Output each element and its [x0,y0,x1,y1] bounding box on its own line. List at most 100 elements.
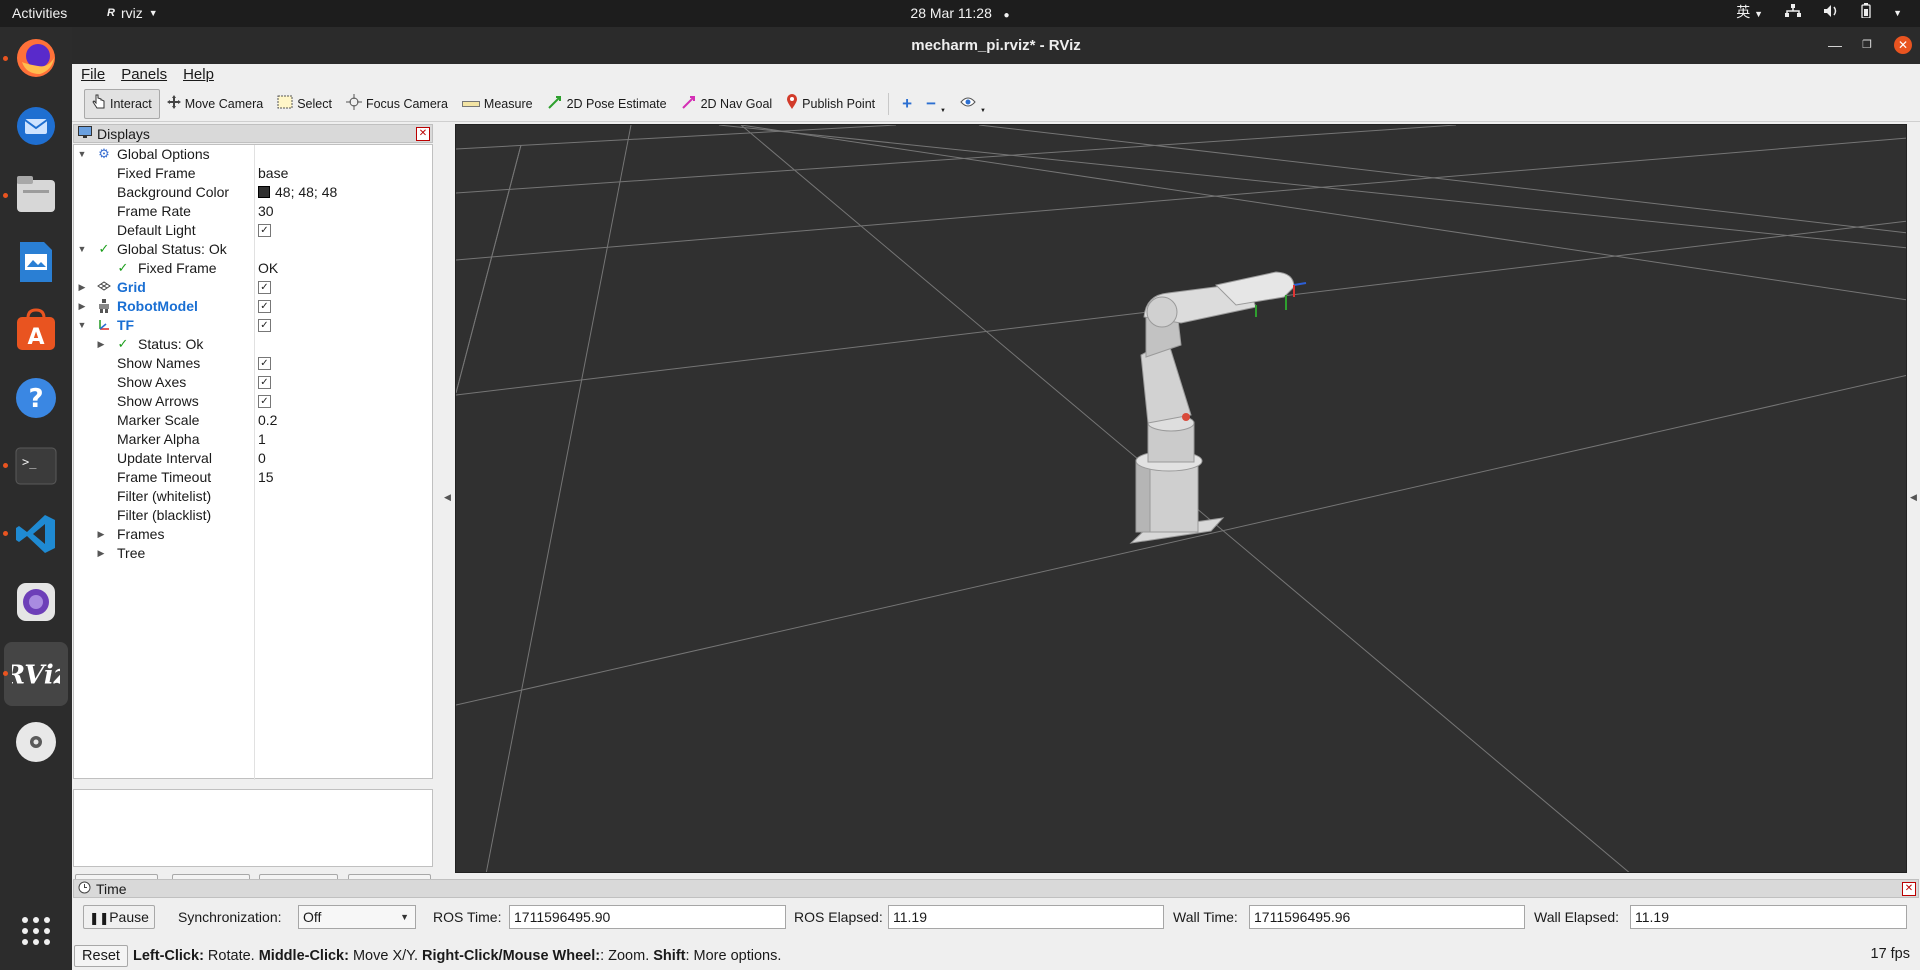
tree-row-filter-blacklist[interactable]: Filter (blacklist) [74,506,432,525]
svg-text:RViz: RViz [12,661,60,691]
tree-value[interactable]: 15 [258,468,274,487]
help-icon[interactable]: ? [12,374,60,422]
app-menu[interactable]: R rviz ▼ [107,0,158,27]
tree-row-tf-status[interactable]: ▶ ✓ Status: Ok [74,335,432,354]
expand-arrow-icon[interactable]: ▼ [77,316,87,335]
menu-file[interactable]: File [72,64,112,86]
checkbox[interactable]: ✓ [258,281,271,294]
collapse-left-panel-icon[interactable]: ◀ [444,492,451,503]
window-titlebar[interactable]: mecharm_pi.rviz* - RViz — ❐ ✕ [72,27,1920,64]
checkbox[interactable]: ✓ [258,224,271,237]
software-center-icon[interactable]: A [12,306,60,354]
ros-elapsed-field[interactable]: 11.19 [888,905,1164,929]
minimize-icon[interactable]: — [1828,27,1842,64]
battery-icon[interactable] [1861,0,1871,27]
disc-icon[interactable] [12,718,60,766]
tree-row-show-names[interactable]: Show Names ✓ [74,354,432,373]
pause-button[interactable]: ❚❚Pause [83,905,155,929]
remove-tool-button[interactable]: − ▼ [919,89,953,119]
tree-value[interactable]: base [258,164,288,183]
tool-properties-button[interactable]: ▼ [953,89,993,119]
tree-row-background-color[interactable]: Background Color 48; 48; 48 [74,183,432,202]
grid-icon[interactable] [12,907,60,955]
input-method-indicator[interactable]: 英 ▼ [1736,0,1763,28]
files-icon[interactable] [12,170,60,218]
maximize-icon[interactable]: ❐ [1862,27,1872,64]
tree-row-frames[interactable]: ▶ Frames [74,525,432,544]
clock-button[interactable]: 28 Mar 11:28 ● [910,5,1009,21]
tree-row-show-axes[interactable]: Show Axes ✓ [74,373,432,392]
system-tray[interactable]: 英 ▼ ▼ [1736,0,1920,27]
tree-value[interactable]: 30 [258,202,274,221]
publish-point-tool-button[interactable]: Publish Point [779,89,882,119]
volume-icon[interactable] [1823,0,1839,27]
checkbox[interactable]: ✓ [258,395,271,408]
select-tool-button[interactable]: Select [270,89,339,119]
tree-row-tf[interactable]: ▼ TF ✓ [74,316,432,335]
hint-desc: Move X/Y. [348,948,423,964]
thunderbird-icon[interactable] [12,102,60,150]
menu-panels[interactable]: Panels [112,64,174,86]
tree-row-default-light[interactable]: Default Light ✓ [74,221,432,240]
checkbox[interactable]: ✓ [258,319,271,332]
time-panel-header[interactable]: Time ✕ [73,879,1919,898]
synchronization-select[interactable]: Off ▼ [298,905,416,929]
displays-panel-header[interactable]: Displays ✕ [73,124,433,143]
libreoffice-impress-icon[interactable] [12,238,60,286]
displays-tree[interactable]: ▼ ⚙ Global Options Fixed Frame base Back… [73,144,433,780]
reset-button[interactable]: Reset [74,945,128,967]
rviz-icon[interactable]: RViz [12,650,60,698]
camera-icon[interactable] [12,578,60,626]
tree-row-global-options[interactable]: ▼ ⚙ Global Options [74,145,432,164]
tree-row-marker-scale[interactable]: Marker Scale 0.2 [74,411,432,430]
menu-help[interactable]: Help [174,64,221,86]
add-tool-button[interactable]: + [895,89,919,119]
tree-value[interactable]: 48; 48; 48 [258,183,337,202]
tree-row-filter-whitelist[interactable]: Filter (whitelist) [74,487,432,506]
tree-row-global-status[interactable]: ▼ ✓ Global Status: Ok [74,240,432,259]
firefox-icon[interactable] [12,34,60,82]
tree-row-fixed-frame[interactable]: Fixed Frame base [74,164,432,183]
collapse-arrow-icon[interactable]: ▶ [96,335,106,354]
tree-value[interactable]: 0.2 [258,411,277,430]
tree-row-status-fixed-frame[interactable]: ✓ Fixed Frame OK [74,259,432,278]
checkbox[interactable]: ✓ [258,376,271,389]
status-bar: Reset Left-Click: Rotate. Middle-Click: … [72,942,1920,970]
checkbox[interactable]: ✓ [258,357,271,370]
nav-goal-tool-button[interactable]: 2D Nav Goal [674,89,780,119]
3d-render-view[interactable] [455,124,1907,873]
wall-elapsed-field[interactable]: 11.19 [1630,905,1907,929]
expand-arrow-icon[interactable]: ▼ [77,240,87,259]
tree-row-grid[interactable]: ▶ Grid ✓ [74,278,432,297]
network-icon[interactable] [1785,0,1802,27]
close-icon[interactable]: ✕ [1894,36,1912,54]
tree-row-frame-rate[interactable]: Frame Rate 30 [74,202,432,221]
checkbox[interactable]: ✓ [258,300,271,313]
close-icon[interactable]: ✕ [1902,881,1916,896]
wall-time-field[interactable]: 1711596495.96 [1249,905,1525,929]
measure-tool-button[interactable]: Measure [455,89,540,119]
collapse-arrow-icon[interactable]: ▶ [77,297,87,316]
tree-value[interactable]: 0 [258,449,266,468]
tree-row-marker-alpha[interactable]: Marker Alpha 1 [74,430,432,449]
tree-row-tree[interactable]: ▶ Tree [74,544,432,563]
tree-row-frame-timeout[interactable]: Frame Timeout 15 [74,468,432,487]
tree-value[interactable]: 1 [258,430,266,449]
activities-button[interactable]: Activities [12,0,67,27]
terminal-icon[interactable]: >_ [12,442,60,490]
move-camera-tool-button[interactable]: Move Camera [160,89,271,119]
pose-estimate-tool-button[interactable]: 2D Pose Estimate [540,89,674,119]
vscode-icon[interactable] [12,510,60,558]
tree-row-update-interval[interactable]: Update Interval 0 [74,449,432,468]
collapse-arrow-icon[interactable]: ▶ [77,278,87,297]
collapse-right-panel-icon[interactable]: ◀ [1910,492,1917,503]
close-icon[interactable]: ✕ [416,126,430,141]
collapse-arrow-icon[interactable]: ▶ [96,525,106,544]
expand-arrow-icon[interactable]: ▼ [77,145,87,164]
collapse-arrow-icon[interactable]: ▶ [96,544,106,563]
interact-tool-button[interactable]: Interact [84,88,160,119]
ros-time-field[interactable]: 1711596495.90 [509,905,786,929]
tree-row-show-arrows[interactable]: Show Arrows ✓ [74,392,432,411]
tree-row-robot-model[interactable]: ▶ RobotModel ✓ [74,297,432,316]
focus-camera-tool-button[interactable]: Focus Camera [339,89,455,119]
